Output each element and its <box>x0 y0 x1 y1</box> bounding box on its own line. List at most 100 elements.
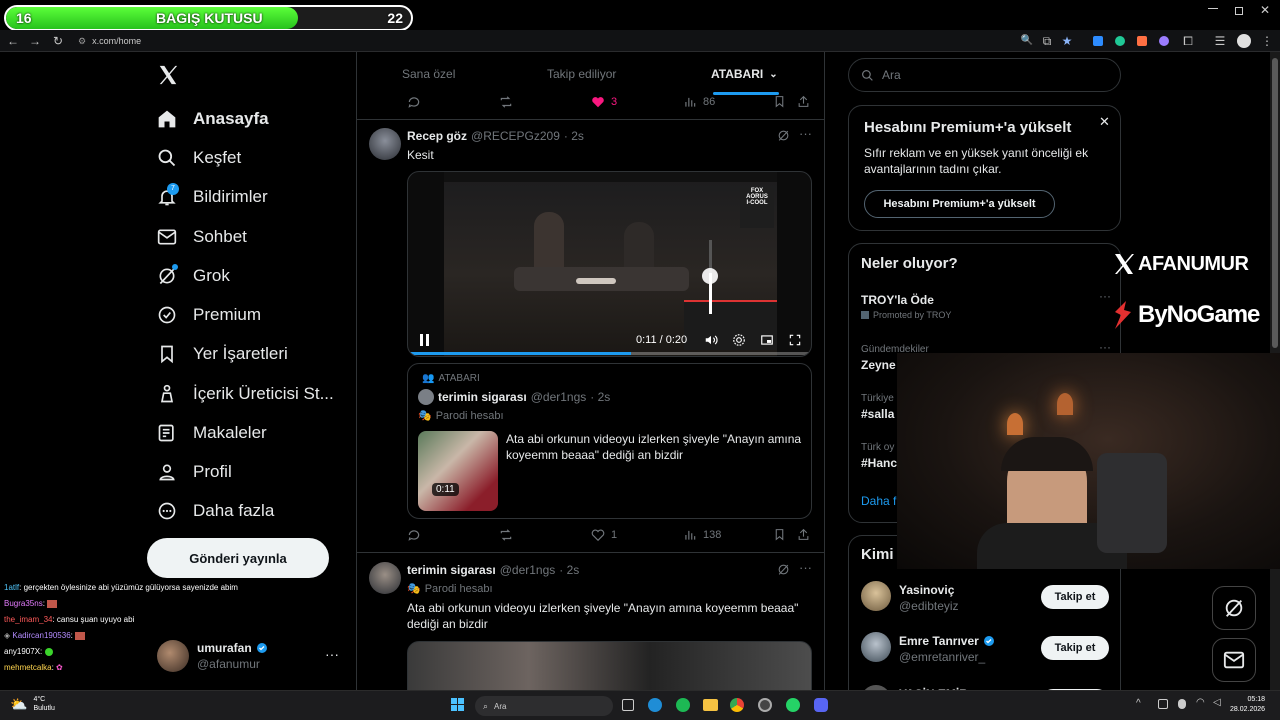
volume-knob[interactable] <box>702 268 718 284</box>
repost-icon[interactable] <box>499 528 513 542</box>
reply-icon[interactable] <box>407 95 421 109</box>
wifi-icon[interactable]: ◠ <box>1196 697 1205 708</box>
close-window-icon[interactable]: ✕ <box>1260 3 1270 17</box>
discord-icon[interactable] <box>814 698 828 712</box>
avatar[interactable] <box>861 632 891 662</box>
clock[interactable]: 05:18 28.02.2026 <box>1230 695 1265 715</box>
views-button[interactable]: 138 <box>683 528 721 542</box>
user-name[interactable]: Emre Tanrıver <box>899 634 979 648</box>
picture-in-picture-icon[interactable] <box>760 333 774 347</box>
tab-for-you[interactable]: Sana özel <box>402 67 455 81</box>
back-icon[interactable]: ← <box>6 34 20 48</box>
premium-upgrade-button[interactable]: Hesabını Premium+'a yükselt <box>864 190 1055 218</box>
extension-icon[interactable] <box>1093 36 1103 46</box>
nav-more[interactable]: Daha fazla <box>157 497 274 525</box>
fullscreen-icon[interactable] <box>788 333 802 347</box>
obs-icon[interactable] <box>758 698 772 712</box>
taskbar-search[interactable]: ⌕ Ara <box>475 696 613 716</box>
avatar[interactable] <box>369 562 401 594</box>
author-handle[interactable]: @der1ngs <box>500 563 556 577</box>
author-name[interactable]: Recep göz <box>407 129 467 143</box>
file-explorer-icon[interactable] <box>703 699 718 711</box>
profile-avatar[interactable] <box>1237 34 1251 48</box>
community-name[interactable]: ATABARI <box>438 373 479 384</box>
maximize-icon[interactable] <box>1235 7 1243 15</box>
share-icon[interactable] <box>797 95 810 108</box>
nav-explore[interactable]: Keşfet <box>157 144 241 172</box>
menu-kebab-icon[interactable]: ⋮ <box>1260 34 1274 48</box>
bookmark-icon[interactable] <box>773 528 786 541</box>
more-dots-icon[interactable]: ··· <box>1099 289 1111 303</box>
follow-button[interactable]: Takip et <box>1041 585 1109 609</box>
nav-notifications[interactable]: 7 Bildirimler <box>157 183 268 211</box>
nav-home[interactable]: Anasayfa <box>157 105 269 133</box>
follow-suggestion[interactable]: Emre Tanrıver @emretanriver_ Takip et <box>861 632 1111 668</box>
nav-grok[interactable]: Grok <box>157 262 230 290</box>
tab-community[interactable]: ATABARI ⌄ <box>711 67 778 81</box>
video-player[interactable]: FOX AORUS I-COOL 0:11 / 0:20 <box>407 171 812 357</box>
follow-button[interactable]: Takip et <box>1041 636 1109 660</box>
post-button[interactable]: Gönderi yayınla <box>147 538 329 578</box>
tweet-time[interactable]: · 2s <box>564 129 584 143</box>
scrollbar-thumb[interactable] <box>1272 58 1278 348</box>
tweet-time[interactable]: · 2s <box>559 563 579 577</box>
pause-icon[interactable] <box>420 334 430 348</box>
edge-icon[interactable] <box>648 698 662 712</box>
extension-icon[interactable] <box>1115 36 1125 46</box>
like-button[interactable]: 1 <box>591 528 617 542</box>
extensions-puzzle-icon[interactable]: ⧠ <box>1181 34 1195 48</box>
site-info-icon[interactable]: ⚙ <box>78 36 86 47</box>
progress-track[interactable] <box>408 352 811 355</box>
quote-video-thumbnail[interactable]: 0:11 <box>418 431 498 511</box>
forward-icon[interactable]: → <box>28 34 42 48</box>
grok-icon[interactable] <box>777 563 790 576</box>
more-dots-icon[interactable]: ··· <box>799 126 812 141</box>
author-name[interactable]: terimin sigarası <box>407 563 496 577</box>
chevron-up-icon[interactable]: ^ <box>1136 698 1141 709</box>
reply-icon[interactable] <box>407 528 421 542</box>
author-handle[interactable]: @RECEPGz209 <box>471 129 560 143</box>
views-button[interactable]: 86 <box>683 95 715 109</box>
chrome-icon[interactable] <box>730 698 744 712</box>
tray-icon[interactable] <box>1158 699 1168 709</box>
volume-icon[interactable] <box>704 333 718 347</box>
x-logo-icon[interactable] <box>157 64 179 86</box>
tweet[interactable]: terimin sigarası @der1ngs · 2s ··· 🎭 Par… <box>357 553 824 692</box>
grok-floating-button[interactable] <box>1212 586 1256 630</box>
share-icon[interactable] <box>797 528 810 541</box>
reading-list-icon[interactable]: ☰ <box>1213 34 1227 48</box>
nav-messages[interactable]: Sohbet <box>157 223 247 251</box>
nav-premium[interactable]: Premium <box>157 301 261 329</box>
avatar[interactable] <box>861 581 891 611</box>
messages-floating-button[interactable] <box>1212 638 1256 682</box>
close-icon[interactable]: ✕ <box>1099 114 1110 130</box>
task-view-icon[interactable] <box>622 699 634 711</box>
extension-icon[interactable] <box>1137 36 1147 46</box>
repost-icon[interactable] <box>499 95 513 109</box>
show-more-link[interactable]: Daha f <box>861 494 896 508</box>
user-name[interactable]: Yasinoviç <box>899 583 954 597</box>
nav-profile[interactable]: Profil <box>157 458 232 486</box>
trend-item[interactable]: TROY'la Öde Promoted by TROY ··· <box>861 289 1111 320</box>
minimize-icon[interactable] <box>1208 8 1218 9</box>
bookmark-icon[interactable] <box>773 95 786 108</box>
bookmark-star-icon[interactable]: ★ <box>1060 34 1074 48</box>
trend-item[interactable]: Türkiye #salla <box>861 393 894 421</box>
extension-icon[interactable] <box>1159 36 1169 46</box>
nav-creator-studio[interactable]: İçerik Üreticisi St... <box>157 380 334 408</box>
nav-bookmarks[interactable]: Yer İşaretleri <box>157 340 288 368</box>
reload-icon[interactable]: ↻ <box>51 34 65 48</box>
spotify-icon[interactable] <box>676 698 690 712</box>
account-switcher[interactable]: umurafan @afanumur ··· <box>155 638 345 674</box>
speaker-icon[interactable]: ◁ <box>1213 697 1221 708</box>
video-thumbnail[interactable] <box>407 641 812 692</box>
weather-widget[interactable]: ⛅ 4°C Bulutlu <box>10 695 55 713</box>
more-dots-icon[interactable]: ··· <box>325 646 339 662</box>
quoted-tweet[interactable]: 👥 ATABARI terimin sigarası @der1ngs · 2s… <box>407 363 812 519</box>
zoom-icon[interactable]: 🔍 <box>1020 34 1034 48</box>
more-dots-icon[interactable]: ··· <box>1099 340 1111 354</box>
more-dots-icon[interactable]: ··· <box>799 560 812 575</box>
tab-following[interactable]: Takip ediliyor <box>547 67 616 81</box>
grok-icon[interactable] <box>777 129 790 142</box>
tweet[interactable]: Recep göz @RECEPGz209 · 2s ··· Kesit FOX… <box>357 120 824 552</box>
